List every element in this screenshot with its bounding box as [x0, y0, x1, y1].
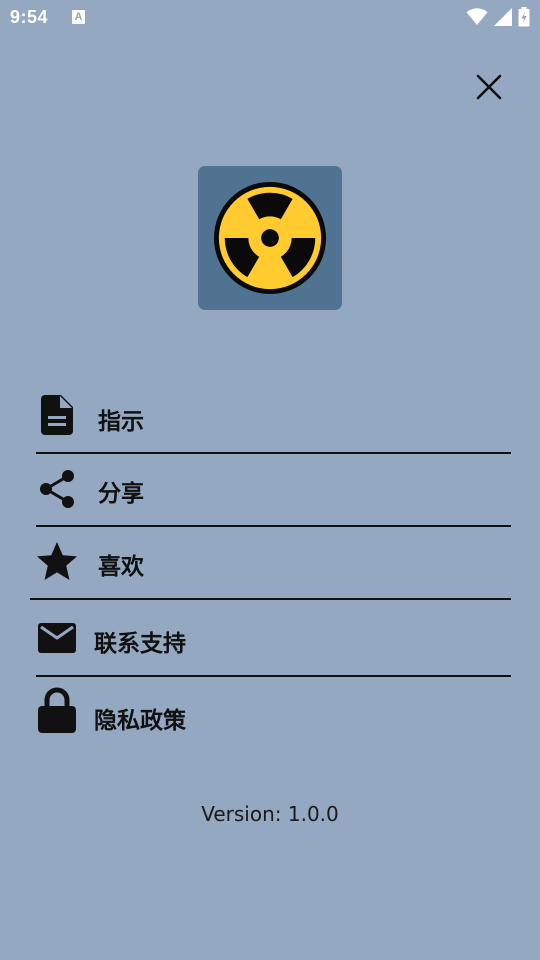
menu-item-label: 分享 [98, 481, 144, 507]
star-icon [36, 541, 78, 583]
menu-item-favorite[interactable]: 喜欢 [30, 527, 511, 599]
status-time: 9:54 [10, 7, 49, 27]
menu-item-privacy-policy[interactable]: 隐私政策 [30, 677, 511, 749]
menu-item-share[interactable]: 分享 [30, 454, 511, 526]
app-logo [198, 166, 342, 310]
mail-icon [36, 617, 78, 659]
menu-item-label: 联系支持 [94, 631, 186, 657]
document-icon [36, 394, 78, 436]
version-text: Version: 1.0.0 [201, 802, 339, 826]
menu-item-label: 隐私政策 [94, 708, 186, 734]
signal-icon [494, 8, 512, 26]
wifi-icon [466, 8, 488, 25]
notification-icon: A [72, 10, 85, 24]
radiation-icon [213, 181, 327, 295]
menu-item-instructions[interactable]: 指示 [30, 380, 511, 452]
close-button[interactable] [466, 64, 512, 110]
menu-item-label: 指示 [98, 409, 144, 435]
menu-item-contact-support[interactable]: 联系支持 [30, 600, 511, 672]
menu-item-label: 喜欢 [98, 554, 144, 580]
close-icon [476, 74, 502, 100]
status-icons [466, 6, 530, 28]
battery-icon [518, 7, 530, 27]
status-bar: 9:54 A [0, 0, 540, 36]
lock-icon [36, 687, 78, 733]
share-icon [36, 468, 78, 510]
